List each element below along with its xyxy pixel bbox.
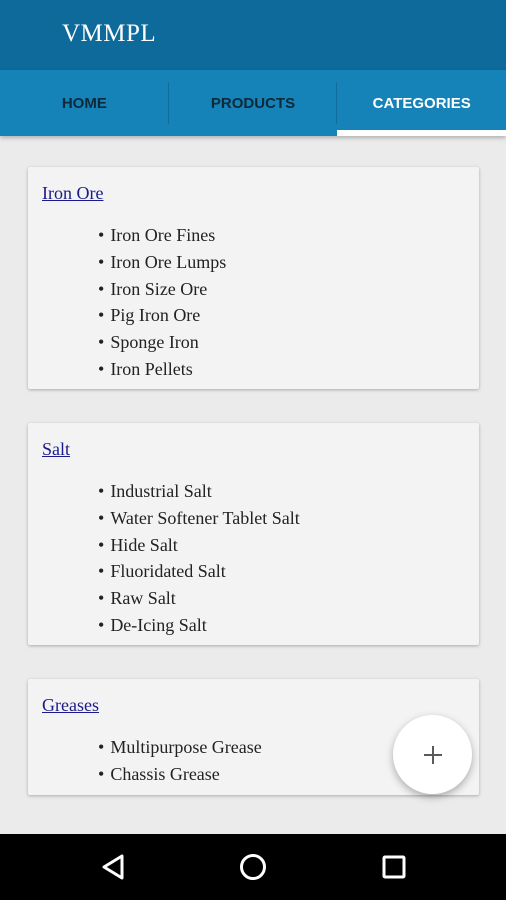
app-title: VMMPL	[62, 20, 157, 47]
category-card-salt: Salt Industrial Salt Water Softener Tabl…	[28, 423, 479, 645]
tab-categories-label: CATEGORIES	[372, 94, 471, 112]
app-bar: VMMPL	[0, 0, 506, 70]
plus-icon	[423, 745, 442, 764]
nav-home-button[interactable]	[233, 847, 273, 887]
tab-products[interactable]: PRODUCTS	[169, 70, 338, 136]
nav-recents-button[interactable]	[374, 847, 414, 887]
recents-icon	[382, 855, 406, 879]
list-item: Hide Salt	[98, 532, 465, 559]
list-item: Sponge Iron	[98, 329, 465, 356]
list-item: Industrial Salt	[98, 478, 465, 505]
back-icon	[102, 854, 124, 880]
list-item: Pig Iron Ore	[98, 302, 465, 329]
home-icon	[240, 854, 266, 880]
nav-back-button[interactable]	[94, 847, 134, 887]
list-item: Water Softener Tablet Salt	[98, 505, 465, 532]
category-items-salt: Industrial Salt Water Softener Tablet Sa…	[98, 478, 465, 639]
list-item: De-Icing Salt	[98, 612, 465, 639]
tab-home-label: HOME	[61, 94, 107, 112]
category-title-salt[interactable]: Salt	[42, 439, 70, 460]
list-item: Raw Salt	[98, 585, 465, 612]
add-fab-button[interactable]	[393, 715, 472, 794]
category-items-iron-ore: Iron Ore Fines Iron Ore Lumps Iron Size …	[98, 222, 465, 383]
tab-categories[interactable]: CATEGORIES	[337, 70, 506, 136]
system-navigation-bar	[0, 834, 506, 900]
list-item: Fluoridated Salt	[98, 558, 465, 585]
category-title-iron-ore[interactable]: Iron Ore	[42, 183, 103, 204]
list-item: Iron Size Ore	[98, 276, 465, 303]
tab-home[interactable]: HOME	[0, 70, 169, 136]
list-item: Iron Ore Lumps	[98, 249, 465, 276]
tab-bar: HOME PRODUCTS CATEGORIES	[0, 70, 506, 136]
tab-products-label: PRODUCTS	[210, 94, 296, 112]
category-title-greases[interactable]: Greases	[42, 695, 99, 716]
list-item: Iron Ore Fines	[98, 222, 465, 249]
category-card-iron-ore: Iron Ore Iron Ore Fines Iron Ore Lumps I…	[28, 167, 479, 389]
list-item: Iron Pellets	[98, 356, 465, 383]
